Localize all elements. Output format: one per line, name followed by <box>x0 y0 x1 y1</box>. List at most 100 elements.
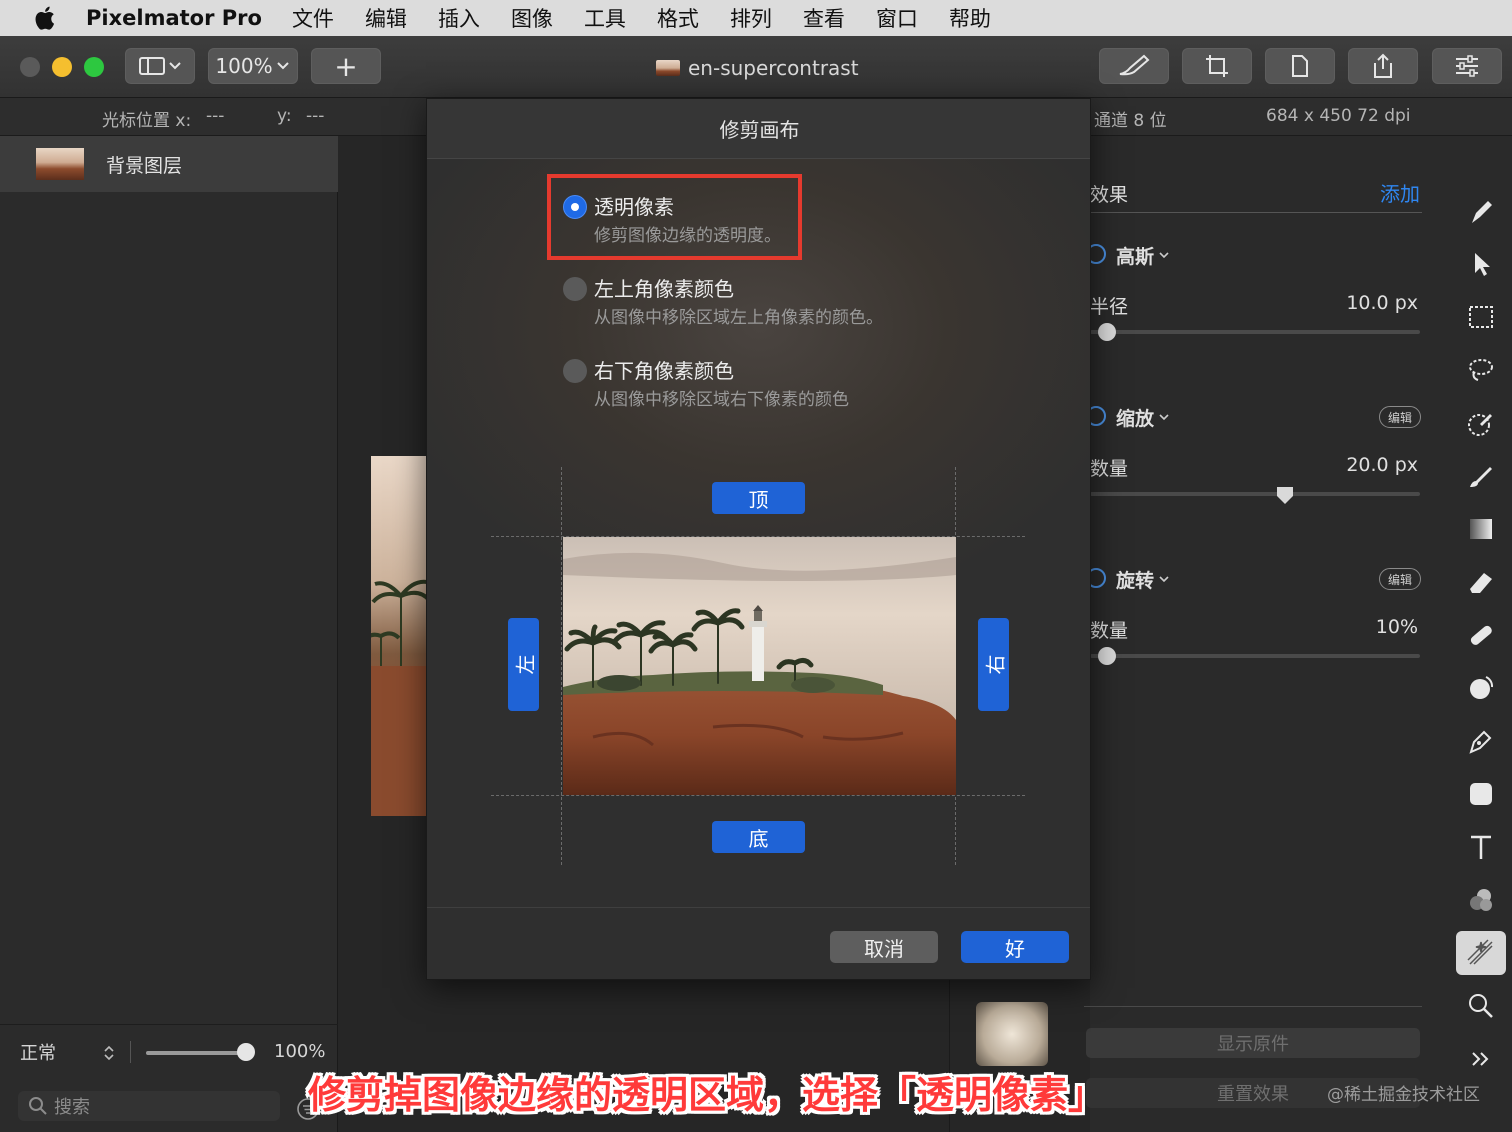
layer-name: 背景图层 <box>106 154 183 177</box>
trim-top-button[interactable]: 顶 <box>712 482 805 514</box>
sidebar-toggle-button[interactable] <box>125 48 195 84</box>
option-title: 左上角像素颜色 <box>594 277 734 301</box>
markup-button[interactable] <box>1099 48 1169 84</box>
share-button[interactable] <box>1348 48 1418 84</box>
cursor-y-value: --- <box>306 106 325 126</box>
search-icon <box>29 1097 47 1115</box>
color-adjust-icon[interactable] <box>1456 878 1506 922</box>
zoom-param-label: 数量 <box>1090 458 1129 480</box>
opacity-slider-knob[interactable] <box>237 1043 255 1061</box>
effects-divider <box>1090 212 1422 213</box>
blend-controls: 正常 100% <box>0 1024 338 1078</box>
bandage-icon[interactable] <box>1456 613 1506 657</box>
effects-footer-divider <box>1084 1006 1422 1007</box>
eraser-icon[interactable] <box>1456 560 1506 604</box>
document-thumbnail <box>656 60 680 76</box>
option-title: 右下角像素颜色 <box>594 359 734 383</box>
rotate-edit-button[interactable]: 编辑 <box>1379 568 1421 590</box>
apple-icon[interactable] <box>32 4 60 32</box>
menu-view[interactable]: 查看 <box>803 3 845 33</box>
add-button[interactable]: + <box>311 48 381 84</box>
app-name-menu[interactable]: Pixelmator Pro <box>86 6 262 30</box>
gradient-icon[interactable] <box>1456 507 1506 551</box>
rotate-param-value: 10% <box>1375 616 1418 638</box>
layer-row[interactable]: 背景图层 <box>0 136 338 192</box>
sidebar-icon <box>139 57 181 75</box>
image-info: 684 x 450 72 dpi <box>1266 106 1411 126</box>
menu-file[interactable]: 文件 <box>292 3 334 33</box>
effects-icon[interactable] <box>1456 931 1506 975</box>
gaussian-effect-name[interactable]: 高斯 <box>1116 242 1154 269</box>
effects-header: 效果 <box>1090 184 1129 206</box>
ok-button[interactable]: 好 <box>961 931 1069 963</box>
rotate-amount-slider[interactable] <box>1090 654 1420 658</box>
layer-thumbnail <box>36 148 84 180</box>
pen-icon[interactable] <box>1456 719 1506 763</box>
shape-icon[interactable] <box>1456 772 1506 816</box>
palm-trees-graphic <box>371 579 431 816</box>
minimize-window-button[interactable] <box>52 57 72 77</box>
zoom-amount-slider-knob[interactable] <box>1276 486 1294 506</box>
trim-left-button[interactable]: 左 <box>508 618 539 711</box>
cancel-button[interactable]: 取消 <box>830 931 938 963</box>
trim-right-button[interactable]: 右 <box>978 618 1009 711</box>
chevron-down-icon[interactable] <box>1158 250 1170 260</box>
add-effect-button[interactable]: 添加 <box>1380 178 1420 207</box>
menu-insert[interactable]: 插入 <box>438 3 480 33</box>
radio-unselected[interactable] <box>563 277 587 301</box>
trim-left-label: 左 <box>513 654 537 675</box>
cursor-x-value: --- <box>206 106 225 126</box>
format-button[interactable] <box>1265 48 1335 84</box>
option-description: 从图像中移除区域左上角像素的颜色。 <box>594 308 883 328</box>
zoom-edit-button[interactable]: 编辑 <box>1379 406 1421 428</box>
up-down-chevron-icon[interactable] <box>102 1044 116 1062</box>
sliders-icon <box>1456 55 1478 77</box>
distort-icon[interactable] <box>1456 666 1506 710</box>
menu-tools[interactable]: 工具 <box>584 3 626 33</box>
document-title-text: en-supercontrast <box>688 56 859 80</box>
menu-image[interactable]: 图像 <box>511 3 553 33</box>
zoom-dropdown[interactable]: 100% <box>208 48 298 84</box>
effects-panel: 效果 添加 高斯 半径 10.0 px 缩放 编辑 数量 20.0 px 旋转 … <box>1084 136 1512 1132</box>
type-icon[interactable] <box>1456 825 1506 869</box>
zoom-amount-slider[interactable] <box>1090 492 1420 496</box>
lasso-icon[interactable] <box>1456 348 1506 392</box>
zoom-icon[interactable] <box>1456 984 1506 1028</box>
blend-mode-select[interactable]: 正常 <box>20 1039 56 1065</box>
menu-edit[interactable]: 编辑 <box>365 3 407 33</box>
menu-window[interactable]: 窗口 <box>876 3 918 33</box>
color-picker-icon[interactable] <box>1456 401 1506 445</box>
gaussian-radius-slider-knob[interactable] <box>1097 323 1116 341</box>
close-window-button[interactable] <box>20 57 40 77</box>
menu-format[interactable]: 格式 <box>657 3 699 33</box>
selection-icon[interactable] <box>1456 295 1506 339</box>
rotate-amount-slider-knob[interactable] <box>1097 647 1116 665</box>
chevron-down-icon <box>276 62 289 70</box>
crop-icon <box>1206 55 1228 77</box>
chevron-down-icon[interactable] <box>1158 412 1170 422</box>
search-placeholder: 搜索 <box>54 1097 90 1118</box>
gaussian-radius-slider[interactable] <box>1090 330 1420 334</box>
window-toolbar: 100% + en-supercontrast <box>0 36 1512 98</box>
document-icon <box>1292 55 1308 77</box>
arrow-icon[interactable] <box>1456 242 1506 286</box>
menu-arrange[interactable]: 排列 <box>730 3 772 33</box>
brush-icon[interactable] <box>1456 454 1506 498</box>
zoom-window-button[interactable] <box>84 57 104 77</box>
trim-bottom-button[interactable]: 底 <box>712 821 805 853</box>
adjustments-button[interactable] <box>1432 48 1502 84</box>
radio-unselected[interactable] <box>563 359 587 383</box>
opacity-slider[interactable] <box>146 1051 246 1055</box>
paint-icon[interactable] <box>1456 190 1506 234</box>
layers-search-input[interactable]: 搜索 <box>18 1091 280 1121</box>
rotate-param-label: 数量 <box>1090 620 1129 642</box>
menu-help[interactable]: 帮助 <box>949 3 991 33</box>
share-icon <box>1374 53 1392 78</box>
menu-bar: Pixelmator Pro 文件 编辑 插入 图像 工具 格式 排列 查看 窗… <box>0 0 1512 36</box>
zoom-effect-name[interactable]: 缩放 <box>1116 404 1154 431</box>
rotate-effect-name[interactable]: 旋转 <box>1116 566 1154 593</box>
crop-button[interactable] <box>1182 48 1252 84</box>
chevron-down-icon[interactable] <box>1158 574 1170 584</box>
more-icon[interactable] <box>1456 1037 1506 1081</box>
show-original-button[interactable]: 显示原件 <box>1086 1028 1420 1058</box>
